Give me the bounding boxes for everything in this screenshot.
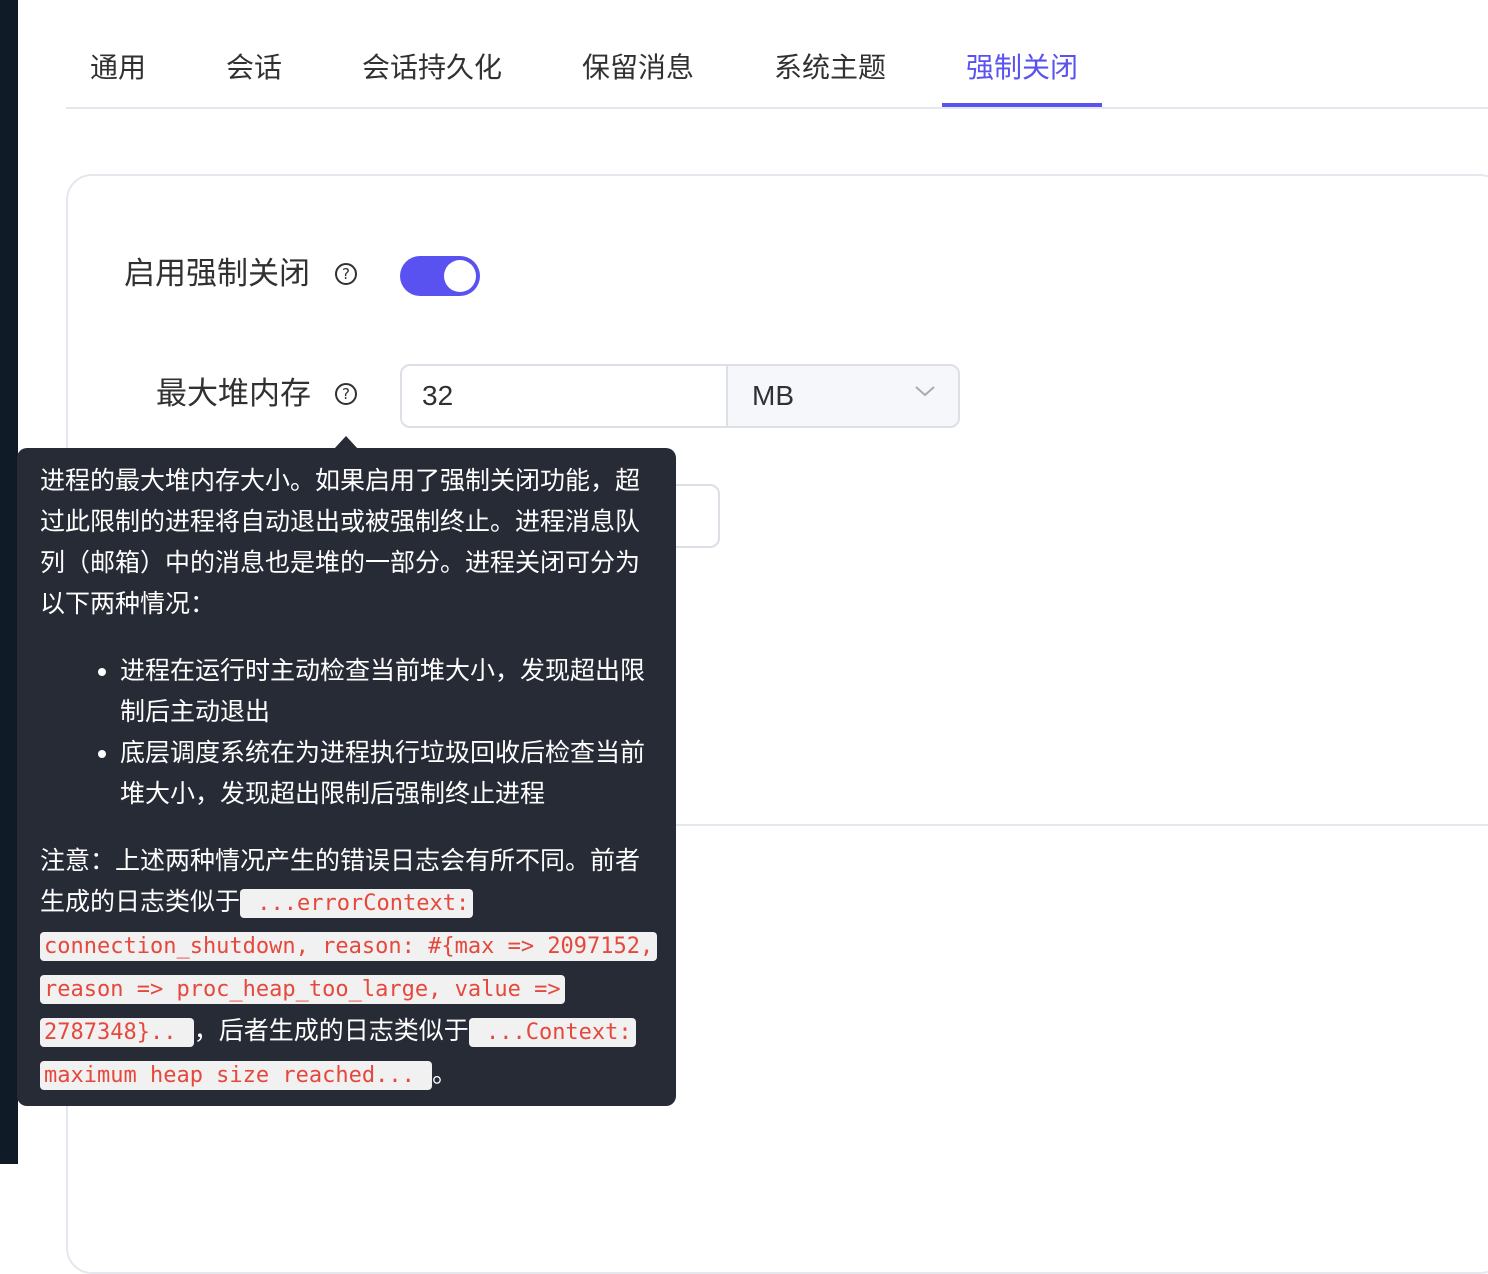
max-heap-input[interactable] xyxy=(402,366,728,426)
tab-system-topics[interactable]: 系统主题 xyxy=(774,48,886,88)
heap-unit-select[interactable]: MB xyxy=(726,366,958,426)
max-heap-input-group: MB xyxy=(400,364,960,428)
question-circle-icon[interactable]: ? xyxy=(335,383,357,405)
tab-force-shutdown[interactable]: 强制关闭 xyxy=(966,48,1078,88)
tab-session[interactable]: 会话 xyxy=(226,48,282,88)
note-middle: ，后者生成的日志类似于 xyxy=(193,1016,469,1045)
max-heap-tooltip: 进程的最大堆内存大小。如果启用了强制关闭功能，超过此限制的进程将自动退出或被强制… xyxy=(17,448,676,1106)
tab-session-persistence[interactable]: 会话持久化 xyxy=(362,48,502,88)
question-circle-icon[interactable]: ? xyxy=(335,263,357,285)
enable-force-shutdown-switch[interactable] xyxy=(400,256,480,296)
tooltip-bullet: 底层调度系统在为进程执行垃圾回收后检查当前堆大小，发现超出限制后强制终止进程 xyxy=(120,732,654,814)
note-suffix: 。 xyxy=(432,1059,458,1088)
tooltip-bullet-list: 进程在运行时主动检查当前堆大小，发现超出限制后主动退出 底层调度系统在为进程执行… xyxy=(40,650,654,814)
switch-knob xyxy=(444,260,476,292)
tab-general[interactable]: 通用 xyxy=(90,48,146,88)
tooltip-note: 注意：上述两种情况产生的错误日志会有所不同。前者生成的日志类似于 ...erro… xyxy=(40,840,658,1096)
tab-retained-messages[interactable]: 保留消息 xyxy=(582,48,694,88)
max-heap-label: 最大堆内存 xyxy=(156,376,311,412)
enable-force-shutdown-label: 启用强制关闭 xyxy=(124,256,310,292)
heap-unit-value: MB xyxy=(752,380,794,411)
settings-tabs: 通用 会话 会话持久化 保留消息 系统主题 强制关闭 xyxy=(66,0,1488,109)
tooltip-bullet: 进程在运行时主动检查当前堆大小，发现超出限制后主动退出 xyxy=(120,650,654,732)
chevron-down-icon xyxy=(915,386,935,397)
left-sidebar-edge xyxy=(0,0,18,1164)
active-tab-indicator xyxy=(942,103,1102,107)
tooltip-intro: 进程的最大堆内存大小。如果启用了强制关闭功能，超过此限制的进程将自动退出或被强制… xyxy=(40,466,641,618)
